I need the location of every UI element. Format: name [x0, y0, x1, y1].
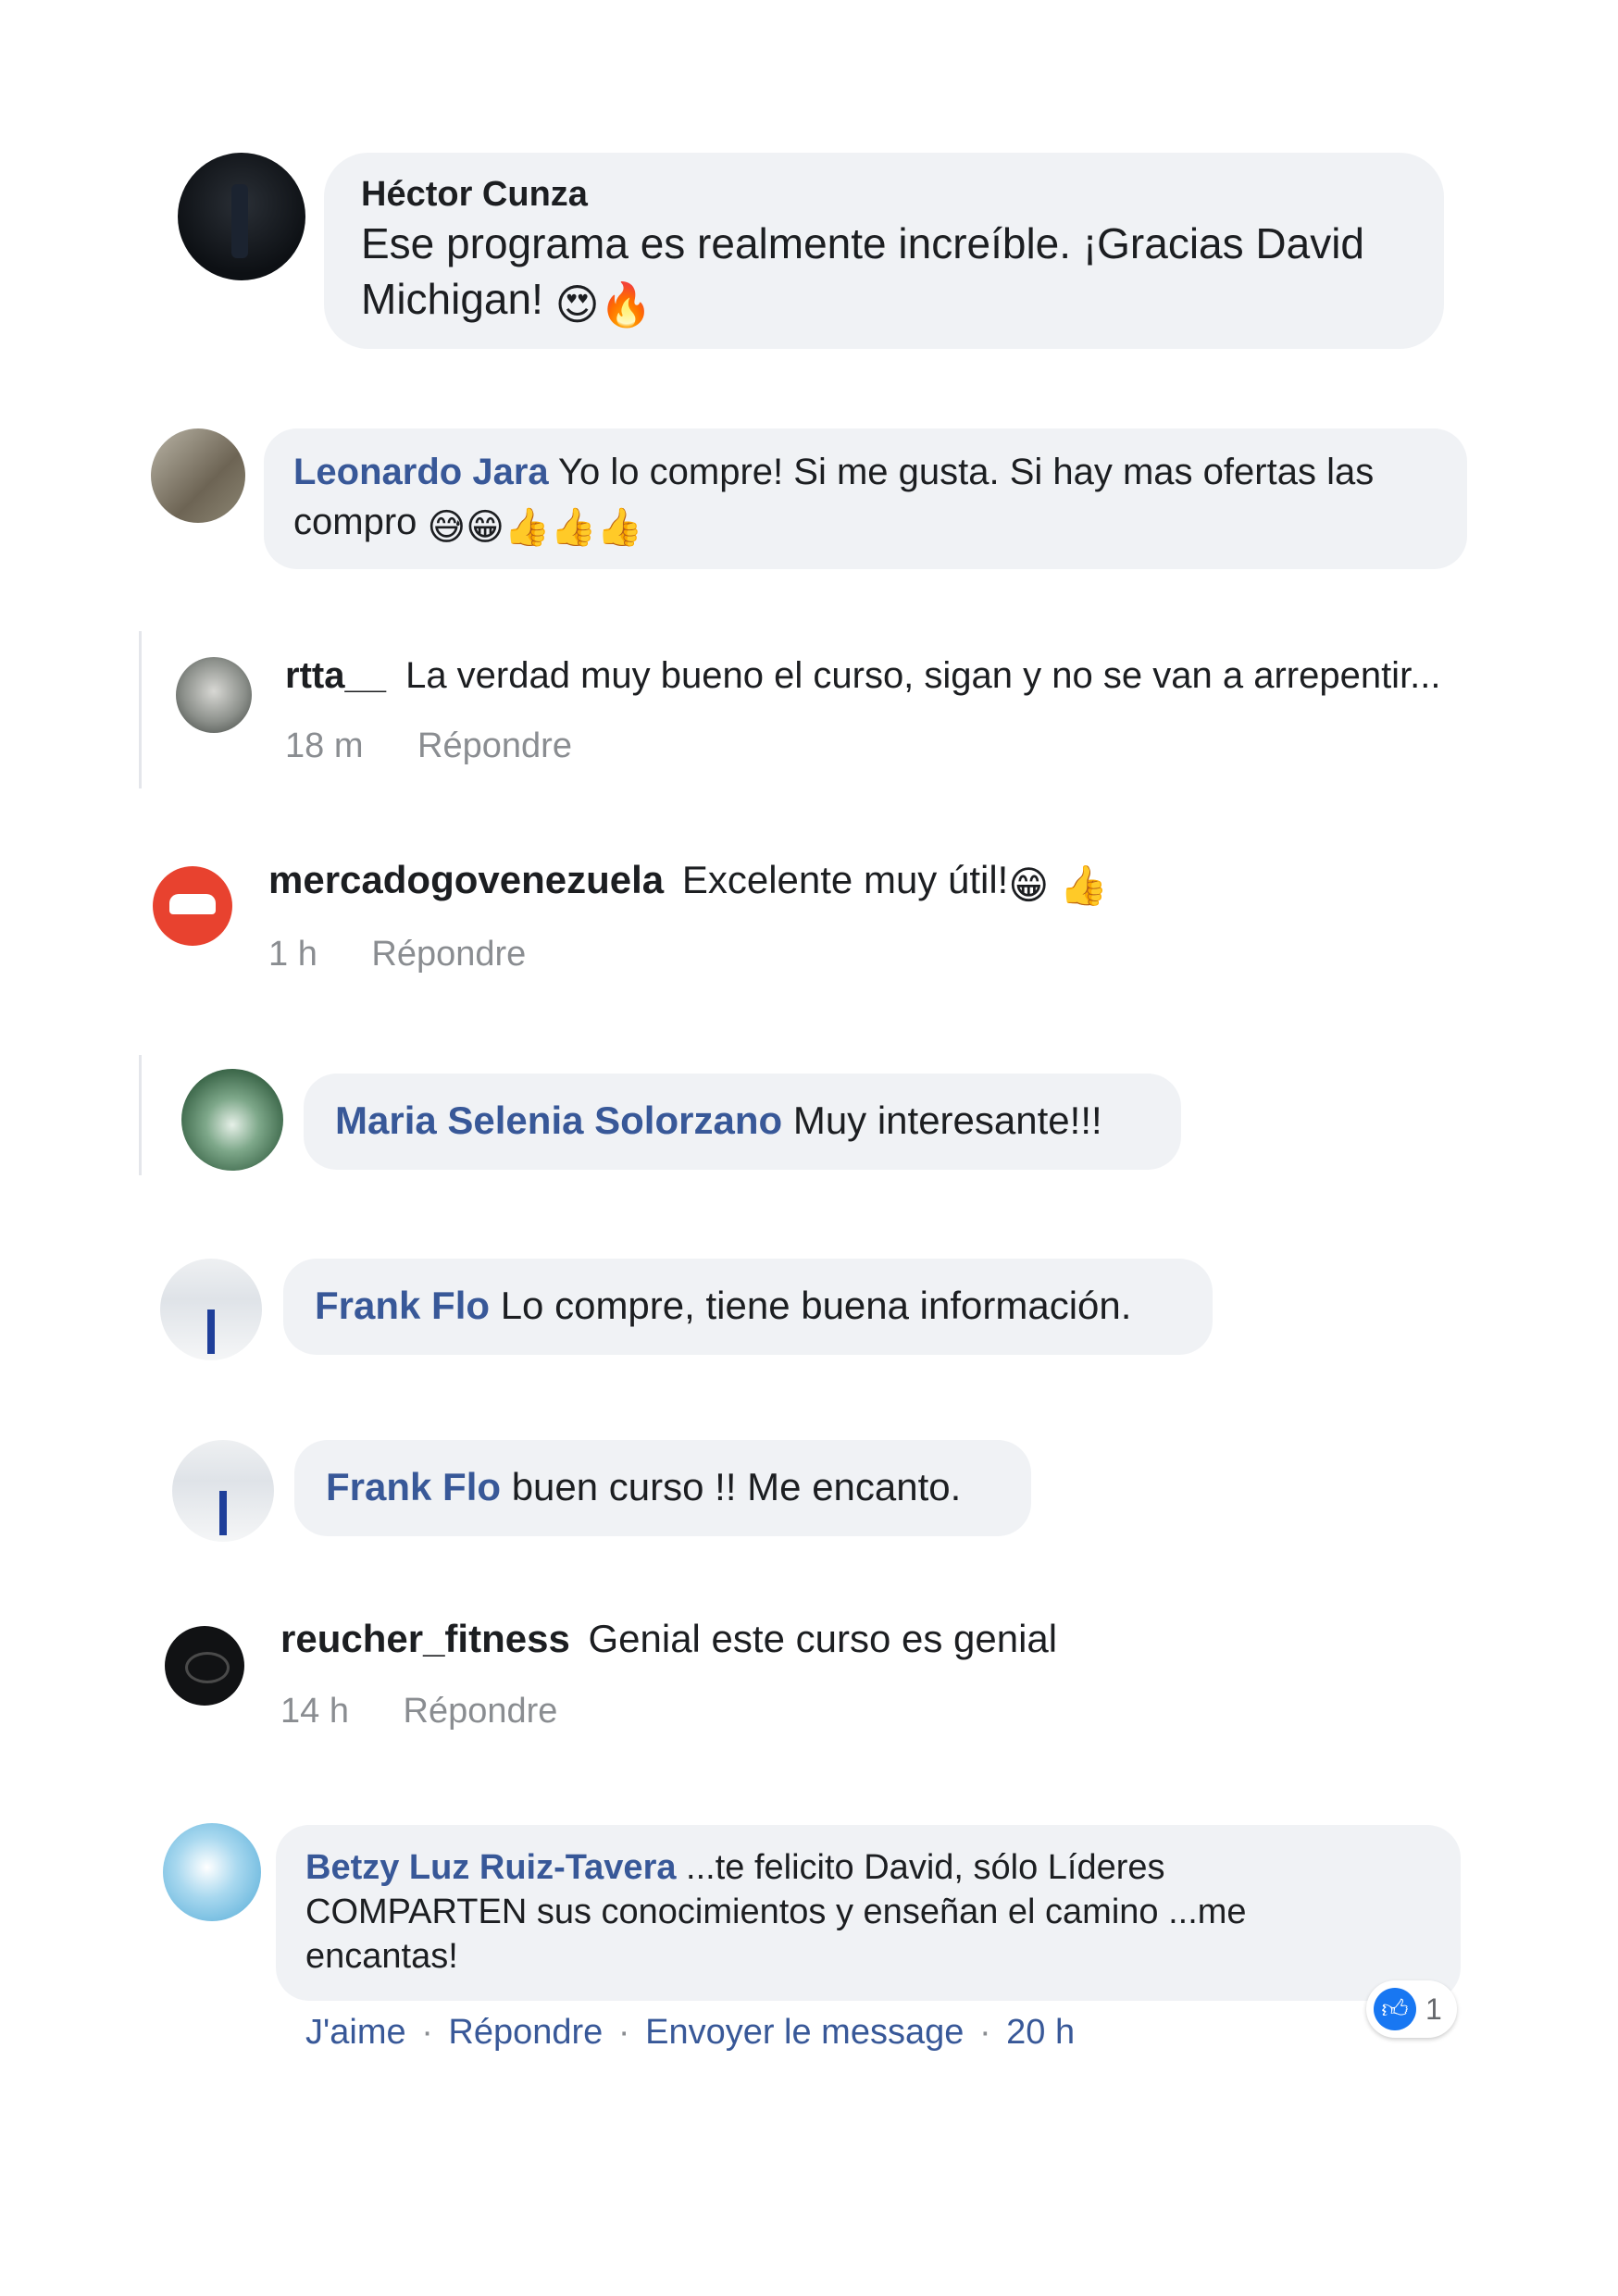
comment-author[interactable]: Betzy Luz Ruiz-Tavera [305, 1848, 676, 1887]
avatar[interactable] [165, 1626, 244, 1706]
comment-author[interactable]: Frank Flo [315, 1284, 490, 1327]
tie-icon [219, 1491, 227, 1535]
comment-row: rtta__ La verdad muy bueno el curso, sig… [285, 652, 1441, 699]
comment-author[interactable]: rtta__ [285, 655, 386, 696]
comment-author[interactable]: Frank Flo [326, 1465, 501, 1508]
comment-bubble: Leonardo Jara Yo lo compre! Si me gusta.… [264, 428, 1467, 569]
reaction-badge[interactable]: 👍︎ 1 [1366, 1980, 1457, 2038]
reply-link[interactable]: Répondre [404, 1692, 558, 1731]
comment-author[interactable]: Maria Selenia Solorzano [335, 1098, 782, 1142]
comment-meta: 18 m Répondre [285, 726, 616, 766]
avatar[interactable] [151, 428, 245, 523]
thread-rail [139, 631, 142, 788]
avatar[interactable] [153, 866, 232, 946]
comment-text: Michigan! [361, 275, 543, 323]
car-icon [169, 894, 216, 914]
emoji-group: 😅😁👍👍👍 [427, 507, 643, 548]
comment-meta: 14 h Répondre [280, 1692, 602, 1731]
timestamp: 1 h [268, 935, 317, 974]
comment-bubble: Frank Flo buen curso !! Me encanto. [294, 1440, 1031, 1536]
emoji-group: 😍🔥 [554, 280, 653, 329]
avatar[interactable] [172, 1440, 274, 1542]
separator: · [617, 2013, 630, 2052]
avatar[interactable] [176, 657, 252, 733]
comment-author[interactable]: Héctor Cunza [361, 173, 1407, 216]
comment-bubble: Maria Selenia Solorzano Muy interesante!… [304, 1074, 1181, 1170]
comment-text: buen curso !! Me encanto. [511, 1465, 962, 1508]
reply-link[interactable]: Répondre [371, 935, 526, 974]
avatar[interactable] [181, 1069, 283, 1171]
comment-author[interactable]: Leonardo Jara [293, 452, 549, 492]
timestamp: 18 m [285, 726, 364, 765]
comment-bubble: Héctor Cunza Ese programa es realmente i… [324, 153, 1444, 349]
comment-author[interactable]: reucher_fitness [280, 1617, 570, 1660]
like-link[interactable]: J'aime [305, 2013, 406, 2052]
comment-text: Muy interesante!!! [792, 1098, 1102, 1142]
timestamp: 20 h [1006, 2013, 1076, 2052]
avatar[interactable] [160, 1259, 262, 1360]
comment-row: mercadogovenezuela Excelente muy útil!😁 … [268, 856, 1108, 910]
send-message-link[interactable]: Envoyer le message [645, 2013, 964, 2052]
comment-text: Excelente muy útil! [681, 858, 1009, 901]
reaction-count: 1 [1425, 1992, 1442, 2026]
comment-bubble: Frank Flo Lo compre, tiene buena informa… [283, 1259, 1213, 1355]
logo-icon [185, 1652, 230, 1683]
reply-link[interactable]: Répondre [417, 726, 572, 765]
comment-text: ...te felicito David, sólo Líderes [686, 1848, 1165, 1887]
separator: · [978, 2013, 991, 2052]
thread-rail [139, 1055, 142, 1175]
comment-text: Ese programa es realmente increíble. ¡Gr… [361, 219, 1365, 267]
comment-text: Lo compre, tiene buena información. [500, 1284, 1132, 1327]
comment-text: compro [293, 502, 417, 542]
emoji-group: 😁 👍 [1008, 863, 1109, 907]
comment-row: reucher_fitness Genial este curso es gen… [280, 1615, 1057, 1663]
comment-text: Yo lo compre! Si me gusta. Si hay mas of… [558, 452, 1375, 492]
comment-text: COMPARTEN sus conocimientos y enseñan el… [305, 1893, 1247, 1931]
comment-author[interactable]: mercadogovenezuela [268, 858, 664, 901]
like-icon: 👍︎ [1374, 1988, 1416, 2030]
avatar[interactable] [178, 153, 305, 280]
comment-text: Genial este curso es genial [588, 1617, 1058, 1660]
reply-link[interactable]: Répondre [448, 2013, 603, 2052]
separator: · [421, 2013, 433, 2052]
comment-bubble: Betzy Luz Ruiz-Tavera ...te felicito Dav… [276, 1825, 1461, 2001]
comment-meta: 1 h Répondre [268, 935, 570, 974]
avatar[interactable] [163, 1823, 261, 1921]
comment-text: encantas! [305, 1937, 458, 1976]
timestamp: 14 h [280, 1692, 349, 1731]
comment-actions: J'aime · Répondre · Envoyer le message ·… [305, 2010, 1075, 2054]
tie-icon [207, 1309, 215, 1354]
comment-text: La verdad muy bueno el curso, sigan y no… [405, 655, 1441, 696]
avatar-figure [231, 184, 248, 258]
